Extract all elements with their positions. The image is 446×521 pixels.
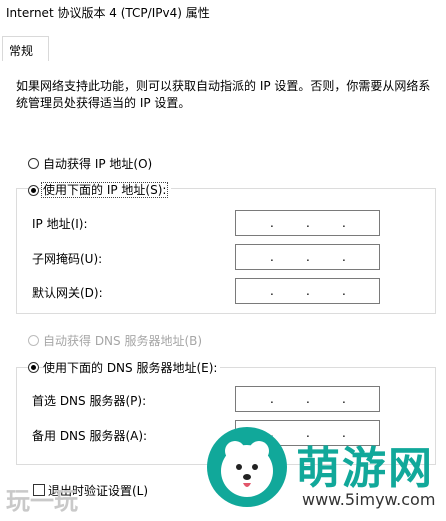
manual-dns-radio[interactable] <box>28 362 39 373</box>
ip-dot: . <box>306 284 310 298</box>
ip-dot: . <box>306 250 310 264</box>
alternate-dns-label: 备用 DNS 服务器(A): <box>32 429 148 443</box>
ip-dot: . <box>306 216 310 230</box>
preferred-dns-label: 首选 DNS 服务器(P): <box>32 394 147 408</box>
subnet-mask-input[interactable]: . . . <box>235 244 380 270</box>
auto-ip-radio[interactable] <box>28 158 39 169</box>
auto-dns-label[interactable]: 自动获得 DNS 服务器地址(B) <box>43 332 202 349</box>
manual-ip-label-text: 使用下面的 IP 地址(S): <box>41 182 169 198</box>
manual-ip-radio[interactable] <box>28 185 39 196</box>
title-bar: Internet 协议版本 4 (TCP/IPv4) 属性 <box>0 0 446 26</box>
watermark-url: www.5imyw.com <box>302 490 436 509</box>
ip-dot: . <box>342 250 346 264</box>
description-text: 如果网络支持此功能，则可以获取自动指派的 IP 设置。否则，你需要从网络系统管理… <box>16 79 431 110</box>
ip-dot: . <box>342 284 346 298</box>
tab-general-label: 常规 <box>9 44 34 58</box>
tab-general[interactable]: 常规 <box>2 36 49 61</box>
default-gateway-input[interactable]: . . . <box>235 278 380 304</box>
ip-dot: . <box>270 250 274 264</box>
auto-dns-radio[interactable] <box>28 335 39 346</box>
ip-dot: . <box>270 216 274 230</box>
ip-dot: . <box>342 216 346 230</box>
subnet-mask-label: 子网掩码(U): <box>32 252 103 266</box>
window-title: Internet 协议版本 4 (TCP/IPv4) 属性 <box>6 6 210 20</box>
preferred-dns-input[interactable]: . . . <box>235 386 380 412</box>
manual-dns-label[interactable]: 使用下面的 DNS 服务器地址(E): <box>43 359 221 376</box>
ip-dot: . <box>306 392 310 406</box>
auto-ip-label[interactable]: 自动获得 IP 地址(O) <box>43 155 152 172</box>
watermark-left-text: 玩一玩 <box>6 487 78 515</box>
ip-address-label: IP 地址(I): <box>32 217 88 231</box>
ip-dot: . <box>270 284 274 298</box>
tab-strip: 常规 <box>0 26 446 63</box>
default-gateway-label: 默认网关(D): <box>32 286 103 300</box>
watermark-logo-icon <box>207 427 287 507</box>
manual-ip-label[interactable]: 使用下面的 IP 地址(S): <box>41 181 172 198</box>
watermark-brand: 萌游网 <box>296 443 434 494</box>
ip-dot: . <box>342 392 346 406</box>
ip-dot: . <box>270 392 274 406</box>
ip-address-input[interactable]: . . . <box>235 210 380 236</box>
